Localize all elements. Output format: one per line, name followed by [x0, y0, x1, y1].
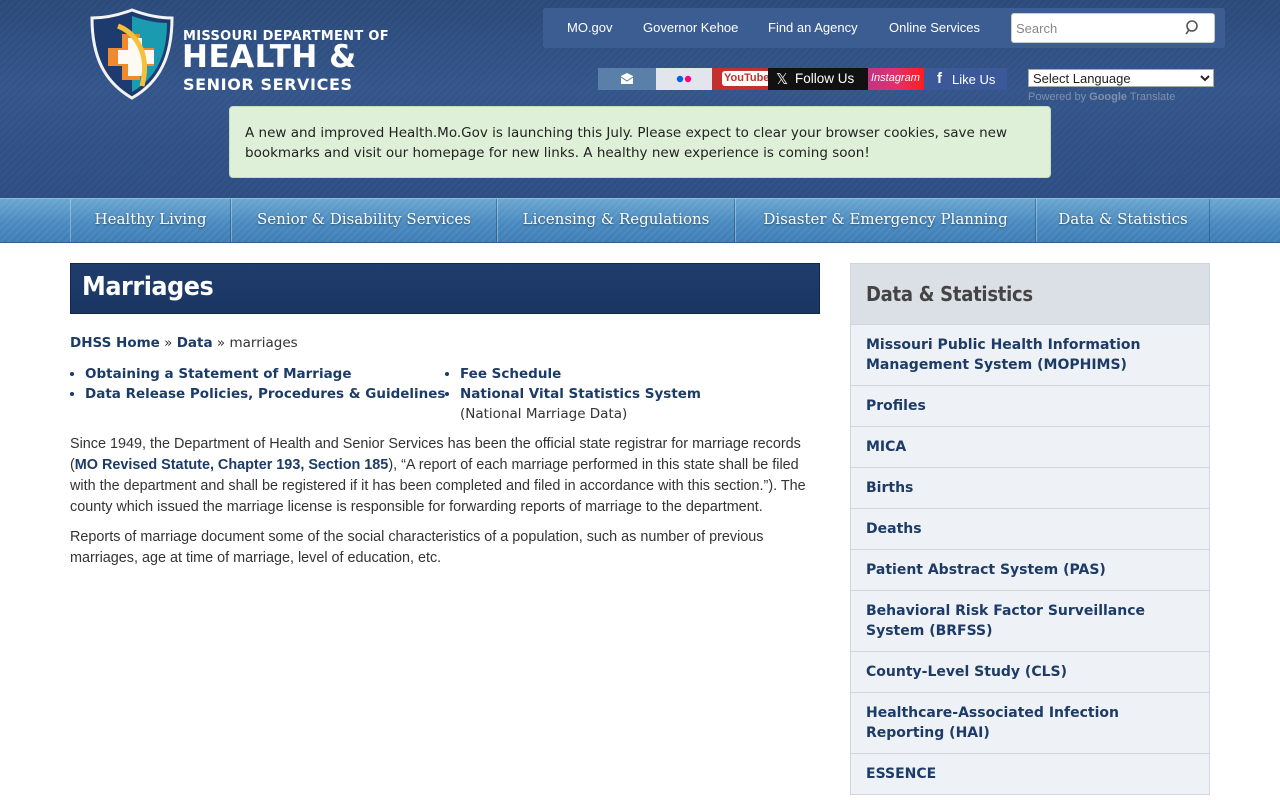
sidebar-link[interactable]: Deaths [866, 521, 922, 537]
instagram-label: Instagram [871, 72, 920, 84]
x-icon: 𝕏 [776, 71, 789, 88]
breadcrumb-data[interactable]: Data [177, 335, 213, 351]
flickr-button[interactable] [656, 68, 712, 90]
top-link-find-agency[interactable]: Find an Agency [768, 20, 858, 35]
sidebar-link[interactable]: Missouri Public Health Information Manag… [866, 337, 1140, 373]
sidebar-data-statistics: Data & Statistics Missouri Public Health… [850, 263, 1210, 795]
logo-line-2: HEALTH & [182, 39, 357, 75]
search-input[interactable] [1016, 17, 1176, 39]
breadcrumb-current: marriages [229, 335, 298, 351]
list-item: Obtaining a Statement of Marriage [85, 364, 445, 384]
sidebar-item-deaths: Deaths [851, 509, 1209, 550]
sidebar-item-essence: ESSENCE [851, 754, 1209, 794]
sidebar-link[interactable]: Healthcare-Associated Infection Reportin… [866, 705, 1119, 741]
dhss-logo[interactable]: MISSOURI DEPARTMENT OF HEALTH & SENIOR S… [88, 6, 389, 102]
quick-links-left: Obtaining a Statement of Marriage Data R… [70, 364, 445, 404]
social-links: YouTube 𝕏 Follow Us Instagram f Like Us [598, 68, 1007, 90]
x-follow-label: Follow Us [795, 71, 855, 86]
sidebar-link[interactable]: Profiles [866, 398, 926, 414]
list-item: Fee Schedule [460, 364, 701, 384]
page-title: Marriages [82, 272, 214, 302]
logo-line-3: SENIOR SERVICES [183, 75, 353, 94]
top-link-mo-gov[interactable]: MO.gov [567, 20, 613, 35]
nav-healthy-living[interactable]: Healthy Living [70, 199, 231, 242]
google-logo-text: Google [1089, 91, 1128, 103]
breadcrumb-separator: » [164, 335, 173, 351]
link-statement-of-marriage[interactable]: Obtaining a Statement of Marriage [85, 366, 352, 382]
instagram-button[interactable]: Instagram [868, 68, 924, 90]
breadcrumb-home[interactable]: DHSS Home [70, 335, 160, 351]
facebook-like-label: Like Us [952, 72, 996, 87]
list-item: Data Release Policies, Procedures & Guid… [85, 384, 445, 404]
top-utility-nav: MO.gov Governor Kehoe Find an Agency Onl… [543, 8, 1225, 48]
facebook-like-button[interactable]: f Like Us [924, 68, 1007, 90]
x-follow-button[interactable]: 𝕏 Follow Us [768, 68, 868, 90]
sidebar-item-cls: County-Level Study (CLS) [851, 652, 1209, 693]
sidebar-title: Data & Statistics [866, 282, 1033, 306]
sidebar-link[interactable]: ESSENCE [866, 766, 936, 782]
link-data-release-policies[interactable]: Data Release Policies, Procedures & Guid… [85, 386, 445, 402]
sidebar-item-pas: Patient Abstract System (PAS) [851, 550, 1209, 591]
sidebar-link[interactable]: Patient Abstract System (PAS) [866, 562, 1106, 578]
sidebar-link[interactable]: Behavioral Risk Factor Surveillance Syst… [866, 603, 1145, 639]
flickr-icon [676, 75, 692, 83]
search-box [1011, 13, 1215, 43]
sidebar-item-mophims: Missouri Public Health Information Manag… [851, 325, 1209, 386]
youtube-button[interactable]: YouTube [712, 68, 772, 90]
launch-notice-alert: A new and improved Health.Mo.Gov is laun… [229, 106, 1051, 178]
shield-logo-icon [90, 8, 174, 100]
sidebar-item-brfss: Behavioral Risk Factor Surveillance Syst… [851, 591, 1209, 652]
nav-disaster-emergency-planning[interactable]: Disaster & Emergency Planning [735, 199, 1036, 242]
nvss-note: (National Marriage Data) [460, 406, 628, 422]
statute-link[interactable]: MO Revised Statute, Chapter 193, Section… [75, 457, 389, 473]
language-select[interactable]: Select Language [1028, 69, 1214, 87]
quick-links-right: Fee Schedule National Vital Statistics S… [445, 364, 701, 424]
nav-licensing-regulations[interactable]: Licensing & Regulations [497, 199, 735, 242]
sidebar-item-hai: Healthcare-Associated Infection Reportin… [851, 693, 1209, 754]
sidebar-header: Data & Statistics [851, 264, 1209, 325]
main-navigation: Healthy Living Senior & Disability Servi… [0, 198, 1280, 243]
breadcrumb: DHSS Home » Data » marriages [70, 335, 298, 351]
language-selector: Select Language [1028, 68, 1214, 87]
sidebar-link[interactable]: County-Level Study (CLS) [866, 664, 1067, 680]
translate-link[interactable]: Translate [1130, 91, 1175, 103]
facebook-icon: f [937, 70, 942, 87]
characteristics-paragraph: Reports of marriage document some of the… [70, 529, 764, 566]
powered-by-google: Powered by Google Translate [1028, 91, 1175, 103]
search-icon[interactable] [1184, 19, 1202, 37]
top-link-governor[interactable]: Governor Kehoe [643, 20, 738, 35]
intro-paragraph: Since 1949, the Department of Health and… [70, 434, 820, 518]
sidebar-item-profiles: Profiles [851, 386, 1209, 427]
sidebar-link[interactable]: MICA [866, 439, 906, 455]
powered-by-prefix: Powered by [1028, 91, 1087, 103]
youtube-label: YouTube [722, 71, 772, 86]
nav-data-statistics[interactable]: Data & Statistics [1036, 199, 1210, 242]
link-fee-schedule[interactable]: Fee Schedule [460, 366, 561, 382]
link-nvss[interactable]: National Vital Statistics System [460, 386, 701, 402]
top-link-online-services[interactable]: Online Services [889, 20, 980, 35]
sidebar-item-mica: MICA [851, 427, 1209, 468]
breadcrumb-separator: » [216, 335, 226, 351]
envelope-icon [620, 73, 634, 84]
list-item: National Vital Statistics System (Nationa… [460, 384, 701, 424]
nav-senior-disability-services[interactable]: Senior & Disability Services [231, 199, 497, 242]
email-signup-button[interactable] [598, 68, 656, 90]
page-title-bar: Marriages [70, 263, 820, 314]
sidebar-item-births: Births [851, 468, 1209, 509]
sidebar-link[interactable]: Births [866, 480, 913, 496]
